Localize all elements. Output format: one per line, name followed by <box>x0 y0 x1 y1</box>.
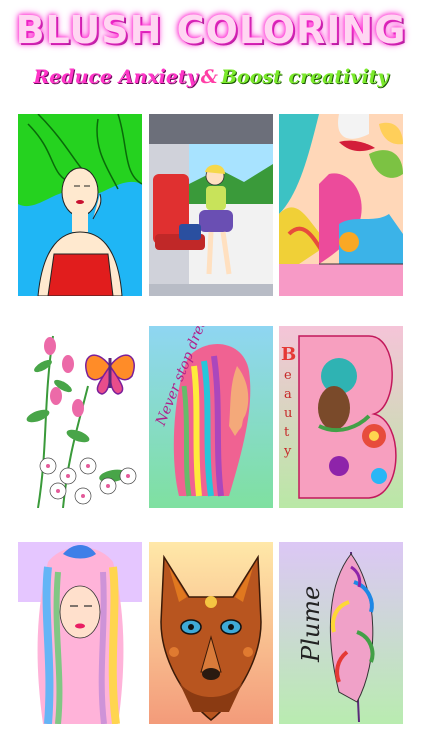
card-letter-b: B <box>281 344 297 365</box>
coloring-page-card-butterfly-flowers[interactable] <box>18 326 142 508</box>
tagline: Reduce Anxiety & Boost creativity <box>0 66 422 88</box>
beauty-illustration <box>279 326 403 508</box>
train-traveler-illustration <box>149 114 273 296</box>
tagline-part-2: Boost creativity <box>220 66 389 88</box>
coloring-page-card-rainbow-hair-girl[interactable] <box>18 542 142 724</box>
tagline-part-1: Reduce Anxiety <box>33 66 198 88</box>
coloring-page-card-never-stop-dreaming[interactable]: Never stop dreaming <box>149 326 273 508</box>
coloring-page-grid: Never stop dreaming B eauty <box>18 114 404 744</box>
coloring-page-card-green-hair-woman[interactable] <box>18 114 142 296</box>
coloring-page-card-beauty[interactable]: B eauty <box>279 326 403 508</box>
card-text-beauty: eauty <box>284 368 293 459</box>
butterfly-flowers-illustration <box>18 326 142 508</box>
coloring-page-card-plume[interactable]: Plume <box>279 542 403 724</box>
app-title: BLUSH COLORING <box>15 8 407 52</box>
wolf-mandala-illustration <box>149 542 273 724</box>
tagline-ampersand: & <box>200 66 218 88</box>
leaf-face-illustration <box>279 114 403 296</box>
coloring-page-card-leaf-face[interactable] <box>279 114 403 296</box>
green-hair-woman-illustration <box>18 114 142 296</box>
rainbow-hair-girl-illustration <box>18 542 142 724</box>
card-text-plume: Plume <box>297 585 325 662</box>
coloring-page-card-train-traveler[interactable] <box>149 114 273 296</box>
coloring-page-card-wolf-mandala[interactable] <box>149 542 273 724</box>
